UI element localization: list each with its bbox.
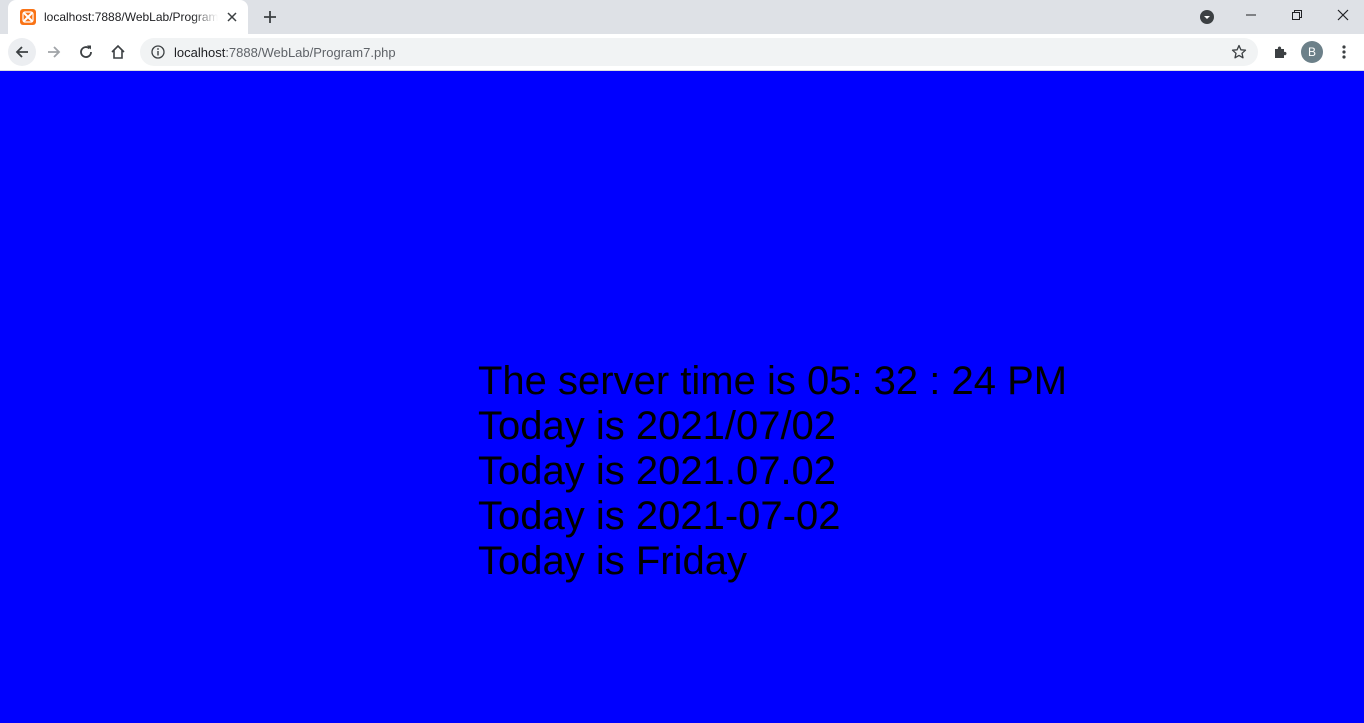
close-icon[interactable] xyxy=(224,9,240,25)
tab-search-icon[interactable] xyxy=(1197,7,1217,27)
bookmark-star-icon[interactable] xyxy=(1230,43,1248,61)
new-tab-button[interactable] xyxy=(258,5,282,29)
restore-button[interactable] xyxy=(1274,0,1320,30)
browser-toolbar: localhost:7888/WebLab/Program7.php B xyxy=(0,34,1364,71)
more-menu-icon[interactable] xyxy=(1330,38,1358,66)
url-host: localhost xyxy=(174,45,226,60)
forward-button[interactable] xyxy=(40,38,68,66)
tab-title: localhost:7888/WebLab/Program7.php xyxy=(44,10,218,24)
minimize-button[interactable] xyxy=(1228,0,1274,30)
weekday-line: Today is Friday xyxy=(478,539,747,583)
profile-avatar[interactable]: B xyxy=(1301,41,1323,63)
reload-button[interactable] xyxy=(72,38,100,66)
window-close-button[interactable] xyxy=(1320,0,1364,30)
back-button[interactable] xyxy=(8,38,36,66)
active-tab[interactable]: localhost:7888/WebLab/Program7.php xyxy=(8,0,248,34)
date-slash-line: Today is 2021/07/02 xyxy=(478,404,837,448)
tab-strip: localhost:7888/WebLab/Program7.php xyxy=(0,0,1364,34)
info-icon[interactable] xyxy=(150,44,166,60)
server-time-line: The server time is 05: 32 : 24 PM xyxy=(478,359,1068,403)
xampp-icon xyxy=(20,9,36,25)
address-bar[interactable]: localhost:7888/WebLab/Program7.php xyxy=(140,38,1258,66)
home-button[interactable] xyxy=(104,38,132,66)
url-text[interactable]: localhost:7888/WebLab/Program7.php xyxy=(174,45,396,60)
date-dot-line: Today is 2021.07.02 xyxy=(478,449,837,493)
url-path: :7888/WebLab/Program7.php xyxy=(225,45,396,60)
extensions-puzzle-icon[interactable] xyxy=(1266,38,1294,66)
date-time-output: The server time is 05: 32 : 24 PM Today … xyxy=(478,359,1067,584)
page-viewport: The server time is 05: 32 : 24 PM Today … xyxy=(0,71,1364,723)
date-dash-line: Today is 2021-07-02 xyxy=(478,494,841,538)
